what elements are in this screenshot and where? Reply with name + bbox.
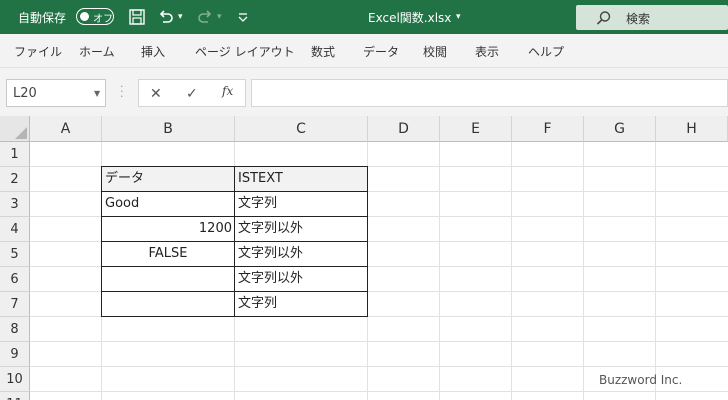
gridline — [439, 142, 440, 400]
tab-view[interactable]: 表示 — [475, 43, 499, 60]
document-title[interactable]: Excel関数.xlsx — [368, 9, 451, 26]
watermark: Buzzword Inc. — [599, 373, 683, 387]
cell-b6[interactable] — [101, 266, 235, 292]
row-header-6[interactable]: 6 — [0, 267, 30, 292]
gridline — [30, 391, 728, 392]
cell-c2[interactable]: ISTEXT — [234, 166, 368, 192]
gridline — [511, 142, 512, 400]
row-header-7[interactable]: 7 — [0, 292, 30, 317]
worksheet-grid[interactable]: A B C D E F G H 1 2 3 4 5 6 7 8 9 10 11 … — [0, 116, 728, 400]
row-header-3[interactable]: 3 — [0, 192, 30, 217]
column-header-a[interactable]: A — [30, 116, 102, 142]
search-box[interactable]: 検索 — [576, 5, 728, 30]
toggle-knob — [80, 11, 89, 21]
select-all-button[interactable] — [0, 116, 30, 142]
toggle-state-label: オフ — [93, 14, 113, 25]
insert-function-icon[interactable]: fx — [222, 84, 233, 98]
tab-review[interactable]: 校閲 — [423, 43, 447, 60]
search-placeholder: 検索 — [626, 12, 651, 26]
name-box[interactable]: L20 ▼ — [6, 79, 106, 107]
ribbon-tabs: ファイル ホーム 挿入 ページ レイアウト 数式 データ 校閲 表示 ヘルプ — [0, 34, 728, 68]
tab-formulas[interactable]: 数式 — [311, 43, 335, 60]
gridline — [583, 142, 584, 400]
tab-page-layout[interactable]: ページ レイアウト — [195, 43, 295, 60]
cell-b2[interactable]: データ — [101, 166, 235, 192]
cell-c4[interactable]: 文字列以外 — [234, 216, 368, 242]
cell-b7[interactable] — [101, 291, 235, 317]
row-header-2[interactable]: 2 — [0, 167, 30, 192]
autosave-label: 自動保存 — [18, 11, 67, 25]
column-header-e[interactable]: E — [440, 116, 512, 142]
save-icon[interactable] — [128, 8, 146, 26]
column-header-g[interactable]: G — [584, 116, 656, 142]
customize-toolbar-icon[interactable] — [234, 8, 252, 26]
cell-c6[interactable]: 文字列以外 — [234, 266, 368, 292]
gridline — [30, 341, 728, 342]
cell-b5[interactable]: FALSE — [101, 241, 235, 267]
column-header-d[interactable]: D — [368, 116, 440, 142]
redo-dropdown-icon: ▾ — [217, 12, 222, 22]
row-header-10[interactable]: 10 — [0, 367, 30, 392]
row-header-11[interactable]: 11 — [0, 392, 30, 400]
cell-b4[interactable]: 1200 — [101, 216, 235, 242]
select-all-icon — [15, 127, 27, 139]
splitter-handle[interactable]: · · · — [120, 81, 124, 102]
column-header-b[interactable]: B — [102, 116, 235, 142]
title-bar: 自動保存 オフ ▾ ▾ Excel関数.xlsx ▾ 検索 — [0, 0, 728, 34]
gridline — [30, 366, 728, 367]
cancel-icon[interactable]: ✕ — [150, 86, 162, 102]
formula-input[interactable] — [251, 79, 728, 107]
column-header-f[interactable]: F — [512, 116, 584, 142]
row-header-8[interactable]: 8 — [0, 317, 30, 342]
enter-icon[interactable]: ✓ — [186, 86, 198, 102]
gridline — [655, 142, 656, 400]
row-header-4[interactable]: 4 — [0, 217, 30, 242]
autosave-toggle[interactable]: オフ — [76, 8, 114, 25]
tab-home[interactable]: ホーム — [79, 43, 115, 60]
cell-b3[interactable]: Good — [101, 191, 235, 217]
tab-insert[interactable]: 挿入 — [141, 43, 165, 60]
row-header-5[interactable]: 5 — [0, 242, 30, 267]
undo-dropdown-icon[interactable]: ▾ — [178, 12, 183, 22]
row-header-9[interactable]: 9 — [0, 342, 30, 367]
tab-data[interactable]: データ — [363, 43, 399, 60]
tab-help[interactable]: ヘルプ — [528, 43, 564, 60]
tab-file[interactable]: ファイル — [14, 43, 62, 60]
column-header-h[interactable]: H — [656, 116, 728, 142]
column-header-c[interactable]: C — [235, 116, 368, 142]
cell-c7[interactable]: 文字列 — [234, 291, 368, 317]
name-box-value: L20 — [13, 86, 37, 101]
cell-c3[interactable]: 文字列 — [234, 191, 368, 217]
undo-icon[interactable] — [157, 8, 175, 26]
redo-icon[interactable] — [196, 8, 214, 26]
name-box-dropdown-icon[interactable]: ▼ — [94, 89, 100, 98]
cell-c5[interactable]: 文字列以外 — [234, 241, 368, 267]
title-dropdown-icon[interactable]: ▾ — [456, 12, 461, 22]
row-header-1[interactable]: 1 — [0, 142, 30, 167]
search-icon — [596, 11, 611, 25]
